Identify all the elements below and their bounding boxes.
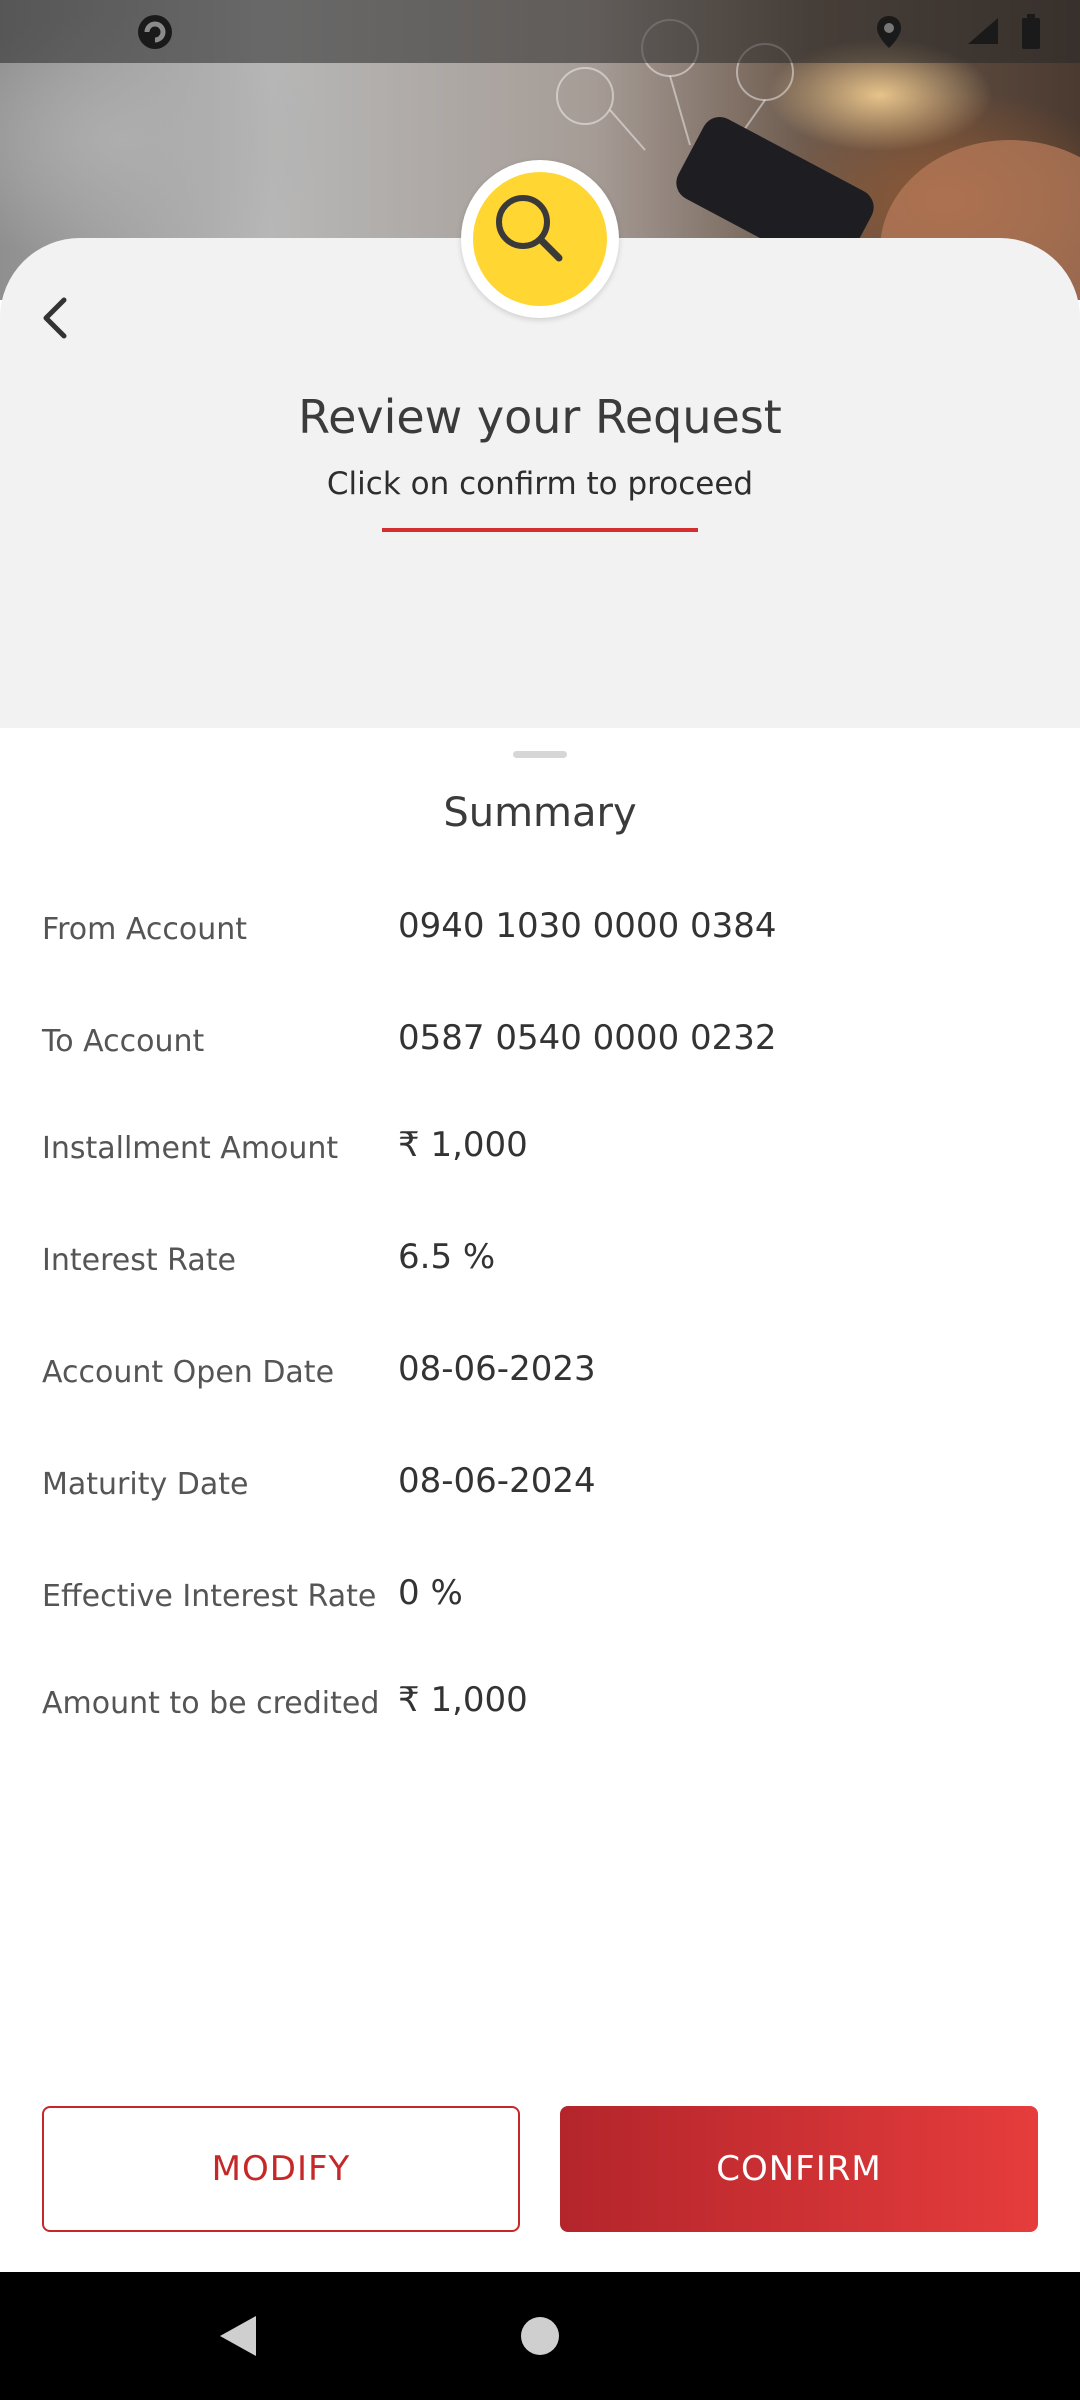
nav-home-circle-icon[interactable] xyxy=(521,2317,559,2355)
page-subtitle: Click on confirm to proceed xyxy=(326,466,754,502)
summary-label: Installment Amount xyxy=(42,1131,339,1166)
summary-label: Interest Rate xyxy=(42,1243,236,1278)
summary-row-effective-interest-rate: Effective Interest Rate 0 % xyxy=(0,1565,1080,1625)
system-navigation-bar xyxy=(0,2272,1080,2400)
summary-value: 0587 0540 0000 0232 xyxy=(398,1018,777,1058)
page-title: Review your Request xyxy=(298,390,782,444)
summary-value: ₹ 1,000 xyxy=(398,1125,528,1165)
summary-value: 6.5 % xyxy=(398,1237,496,1277)
sheet-drag-handle[interactable] xyxy=(513,751,567,758)
summary-row-interest-rate: Interest Rate 6.5 % xyxy=(0,1229,1080,1289)
summary-row-to-account: To Account 0587 0540 0000 0232 xyxy=(0,1010,1080,1070)
summary-row-maturity-date: Maturity Date 08-06-2024 xyxy=(0,1453,1080,1513)
search-icon xyxy=(496,195,563,262)
summary-row-from-account: From Account 0940 1030 0000 0384 xyxy=(0,898,1080,958)
summary-title: Summary xyxy=(443,790,637,836)
app-notification-icon xyxy=(138,15,172,49)
summary-label: Maturity Date xyxy=(42,1467,249,1502)
signal-icon xyxy=(968,18,998,44)
nav-back-triangle-icon[interactable] xyxy=(216,2312,260,2360)
summary-label: Account Open Date xyxy=(42,1355,335,1390)
summary-label: To Account xyxy=(42,1024,205,1059)
summary-value: 0940 1030 0000 0384 xyxy=(398,906,777,946)
battery-icon xyxy=(1022,14,1040,49)
summary-value: 08-06-2023 xyxy=(398,1349,596,1389)
back-button[interactable] xyxy=(30,290,80,346)
summary-value: 08-06-2024 xyxy=(398,1461,596,1501)
summary-label: Effective Interest Rate xyxy=(42,1579,377,1614)
search-badge xyxy=(461,160,619,318)
chevron-left-icon xyxy=(43,297,67,339)
confirm-button[interactable]: CONFIRM xyxy=(560,2106,1038,2232)
modify-button[interactable]: MODIFY xyxy=(42,2106,520,2232)
summary-label: Amount to be credited xyxy=(42,1686,380,1721)
status-bar xyxy=(0,0,1080,63)
location-pin-icon xyxy=(877,16,901,48)
summary-value: 0 % xyxy=(398,1573,463,1613)
summary-value: ₹ 1,000 xyxy=(398,1680,528,1720)
title-underline xyxy=(382,528,698,532)
summary-row-account-open-date: Account Open Date 08-06-2023 xyxy=(0,1341,1080,1401)
summary-label: From Account xyxy=(42,912,247,947)
summary-row-amount-to-be-credited: Amount to be credited ₹ 1,000 xyxy=(0,1672,1080,1732)
summary-row-installment-amount: Installment Amount ₹ 1,000 xyxy=(0,1117,1080,1177)
